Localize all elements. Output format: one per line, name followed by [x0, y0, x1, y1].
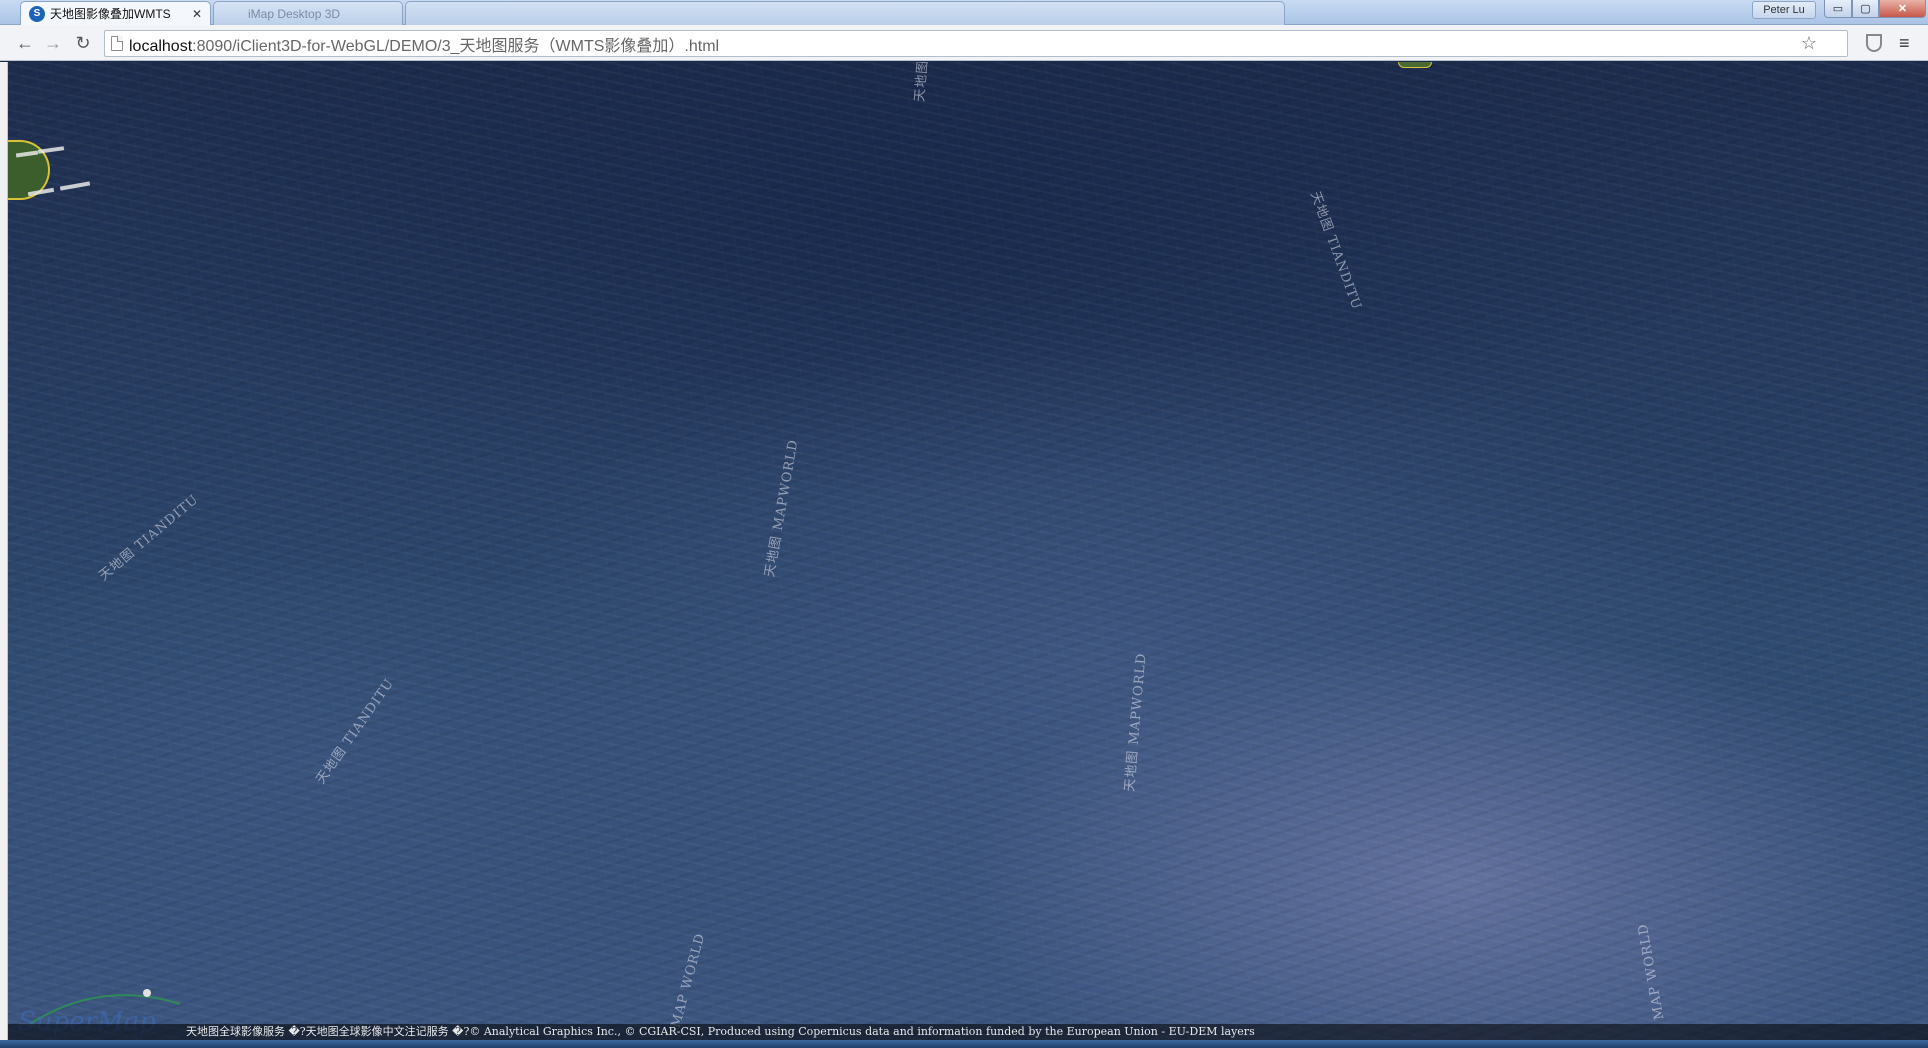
new-tab-area[interactable]: [405, 1, 1285, 25]
maximize-button[interactable]: ▢: [1852, 0, 1879, 18]
tab-inactive[interactable]: iMap Desktop 3D: [213, 1, 403, 25]
window-left-edge: [0, 62, 8, 1040]
extension-shield-icon[interactable]: [1866, 34, 1882, 52]
url-text[interactable]: localhost:8090/iClient3D-for-WebGL/DEMO/…: [129, 32, 719, 56]
tab-close-icon[interactable]: ✕: [190, 7, 204, 21]
forward-button[interactable]: →: [42, 32, 64, 54]
profile-button[interactable]: Peter Lu: [1752, 1, 1816, 19]
menu-icon[interactable]: ≡: [1899, 33, 1910, 54]
close-window-button[interactable]: ✕: [1879, 0, 1926, 18]
supermap-favicon-icon: S: [29, 5, 45, 22]
island-land: [1398, 62, 1432, 68]
url-host: localhost: [129, 37, 193, 55]
globe-viewport[interactable]: 天地图 TIANDITU 天地图 MAPWORLD 天地图 TIANDITU 天…: [8, 62, 1928, 1040]
browser-toolbar: ← → ↻ localhost:8090/iClient3D-for-WebGL…: [0, 25, 1928, 61]
page-icon: [111, 36, 123, 51]
bookmark-star-icon[interactable]: ☆: [1801, 33, 1817, 54]
tab-title: iMap Desktop 3D: [248, 6, 341, 21]
browser-titlebar: S 天地图影像叠加WMTS ✕ iMap Desktop 3D Peter Lu…: [0, 0, 1928, 25]
ocean-texture: [8, 62, 1928, 1040]
reload-button[interactable]: ↻: [72, 32, 94, 54]
address-bar[interactable]: localhost:8090/iClient3D-for-WebGL/DEMO/…: [104, 30, 1848, 57]
minimize-button[interactable]: ▭: [1824, 0, 1852, 18]
attribution-bar: 天地图全球影像服务 �?天地图全球影像中文注记服务 �?© Analytical…: [8, 1024, 1928, 1040]
tab-active[interactable]: S 天地图影像叠加WMTS ✕: [20, 1, 211, 25]
url-path: :8090/iClient3D-for-WebGL/DEMO/3_天地图服务（W…: [192, 37, 720, 55]
tab-title: 天地图影像叠加WMTS: [50, 7, 171, 21]
os-taskbar: [0, 1040, 1928, 1048]
back-button[interactable]: ←: [14, 32, 36, 54]
